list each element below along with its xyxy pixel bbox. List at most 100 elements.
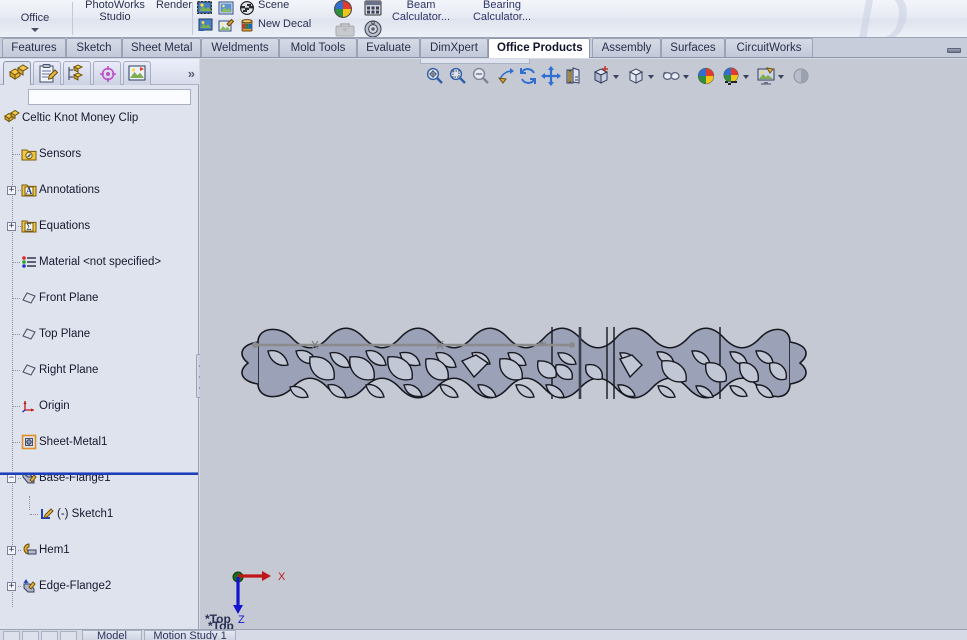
ribbon-toolbar: D Office PhotoWorks Studio Render Scene xyxy=(0,0,967,38)
ribbon-divider xyxy=(192,2,193,35)
rollback-bar[interactable] xyxy=(0,472,198,475)
tab-weldments[interactable]: Weldments xyxy=(201,38,279,57)
dimxpert-manager-tab[interactable] xyxy=(93,61,121,85)
brand-watermark: D xyxy=(853,0,967,37)
tree-expander[interactable]: + xyxy=(7,222,16,231)
annotations-folder-icon: A xyxy=(21,182,37,198)
feature-manager-tab-strip: » xyxy=(0,59,199,85)
tab-surfaces[interactable]: Surfaces xyxy=(661,38,725,57)
feature-manager-tree-tab[interactable] xyxy=(3,61,31,85)
tree-item-sketch1[interactable]: (-) Sketch1 xyxy=(0,496,198,523)
status-button-3[interactable] xyxy=(41,631,58,640)
status-button-4[interactable] xyxy=(60,631,77,640)
material-icon xyxy=(21,254,37,270)
globe-icon[interactable] xyxy=(332,0,354,20)
scene-label[interactable]: Scene xyxy=(258,0,310,11)
tab-motion-study[interactable]: Motion Study 1 xyxy=(144,630,236,640)
tab-dimxpert[interactable]: DimXpert xyxy=(420,38,488,57)
property-manager-tab[interactable] xyxy=(33,61,61,85)
view-orientation-label-overlay: *Top xyxy=(205,612,231,626)
tree-item-label: Sensors xyxy=(39,148,82,160)
new-decal-label[interactable]: New Decal xyxy=(258,18,328,30)
apply-appearance-icon[interactable] xyxy=(197,18,213,34)
svg-text:A: A xyxy=(26,186,33,196)
tree-connector xyxy=(30,514,38,515)
tree-item-sheet-metal1[interactable]: Sheet-Metal1 xyxy=(0,433,198,451)
tab-evaluate[interactable]: Evaluate xyxy=(357,38,420,57)
ribbon-group-render[interactable]: Render xyxy=(152,0,196,37)
picture-frame-icon[interactable] xyxy=(218,0,234,16)
tab-features[interactable]: Features xyxy=(2,38,66,57)
beam-calculator-icon[interactable] xyxy=(362,0,384,19)
scene-checker-icon[interactable] xyxy=(239,0,255,16)
tree-expander[interactable]: + xyxy=(7,186,16,195)
tree-item-label: Sheet-Metal1 xyxy=(39,436,108,448)
tree-expander[interactable]: + xyxy=(7,546,16,555)
tree-item-sensors[interactable]: Sensors xyxy=(0,145,198,163)
copy-appearance-icon[interactable] xyxy=(197,0,213,16)
model-celtic-knot-money-clip[interactable] xyxy=(200,59,967,629)
tree-item-root[interactable]: Celtic Knot Money Clip xyxy=(0,109,198,127)
beam-calculator-label[interactable]: Beam Calculator... xyxy=(382,0,460,23)
edge-flange-icon xyxy=(21,578,37,594)
tab-assembly[interactable]: Assembly xyxy=(592,38,661,57)
tree-item-annotations[interactable]: + A Annotations xyxy=(0,181,198,199)
status-bar: Model Motion Study 1 xyxy=(0,629,967,640)
tree-item-label: Hem1 xyxy=(39,544,70,556)
tree-item-label: Equations xyxy=(39,220,91,232)
plane-icon xyxy=(21,362,37,378)
tree-item-label: (-) Sketch1 xyxy=(57,508,114,520)
tree-connector xyxy=(13,154,20,155)
tree-item-origin[interactable]: Origin xyxy=(0,397,198,415)
tree-connector xyxy=(13,370,20,371)
tree-expander[interactable]: − xyxy=(7,474,16,483)
tree-item-hem1[interactable]: + Hem1 xyxy=(0,541,198,559)
plane-icon xyxy=(21,290,37,306)
status-button-1[interactable] xyxy=(3,631,20,640)
tree-item-material[interactable]: Material <not specified> xyxy=(0,253,198,271)
feature-tree-filter-input[interactable] xyxy=(28,89,191,105)
tab-circuitworks[interactable]: CircuitWorks xyxy=(725,38,813,57)
ribbon-group-photoworks[interactable]: PhotoWorks Studio xyxy=(76,0,154,37)
toolbox-icon[interactable] xyxy=(334,18,356,37)
display-manager-tab[interactable] xyxy=(123,61,151,85)
feature-tree: Celtic Knot Money Clip Sensors + A Annot… xyxy=(0,109,198,614)
tab-mold-tools[interactable]: Mold Tools xyxy=(279,38,357,57)
office-dropdown-caret-icon[interactable] xyxy=(31,28,39,32)
tree-connector xyxy=(13,298,20,299)
photoworks-studio-label[interactable]: PhotoWorks Studio xyxy=(76,0,154,23)
tree-connector xyxy=(13,334,20,335)
graphics-area[interactable]: X Z *Top xyxy=(200,59,967,629)
office-label[interactable]: Office xyxy=(0,12,70,24)
configuration-manager-tab[interactable] xyxy=(63,61,91,85)
feature-manager-overflow-chevron-icon[interactable]: » xyxy=(188,66,195,81)
equations-folder-icon: Σ xyxy=(21,218,37,234)
tree-connector xyxy=(13,442,20,443)
feature-manager-panel: » Celtic Knot Money Clip Sensors + A Ann… xyxy=(0,59,203,640)
tree-item-right-plane[interactable]: Right Plane xyxy=(0,361,198,379)
status-button-2[interactable] xyxy=(22,631,39,640)
tree-item-equations[interactable]: + Σ Equations xyxy=(0,217,198,235)
command-tabs-collapse-handle[interactable] xyxy=(947,48,961,53)
tree-item-edge-flange2[interactable]: + Edge-Flange2 xyxy=(0,577,198,595)
plane-icon xyxy=(21,326,37,342)
tree-item-front-plane[interactable]: Front Plane xyxy=(0,289,198,307)
bearing-calculator-icon[interactable] xyxy=(362,18,384,37)
render-label[interactable]: Render xyxy=(152,0,196,11)
tab-model[interactable]: Model xyxy=(82,630,142,640)
sheet-metal-icon xyxy=(21,434,37,450)
tree-item-label: Front Plane xyxy=(39,292,99,304)
tab-sheet-metal[interactable]: Sheet Metal xyxy=(122,38,201,57)
bearing-calculator-label[interactable]: Bearing Calculator... xyxy=(458,0,546,23)
tree-item-top-plane[interactable]: Top Plane xyxy=(0,325,198,343)
tree-expander[interactable]: + xyxy=(7,582,16,591)
origin-icon xyxy=(21,398,37,414)
tree-item-label: Annotations xyxy=(39,184,100,196)
paint-decal-icon[interactable] xyxy=(218,18,235,34)
tab-sketch[interactable]: Sketch xyxy=(66,38,122,57)
tab-office-products[interactable]: Office Products xyxy=(488,38,590,58)
decal-jar-icon[interactable] xyxy=(239,18,255,34)
part-document-icon xyxy=(4,109,20,126)
tree-item-label: Top Plane xyxy=(39,328,91,340)
svg-text:X: X xyxy=(278,571,286,583)
